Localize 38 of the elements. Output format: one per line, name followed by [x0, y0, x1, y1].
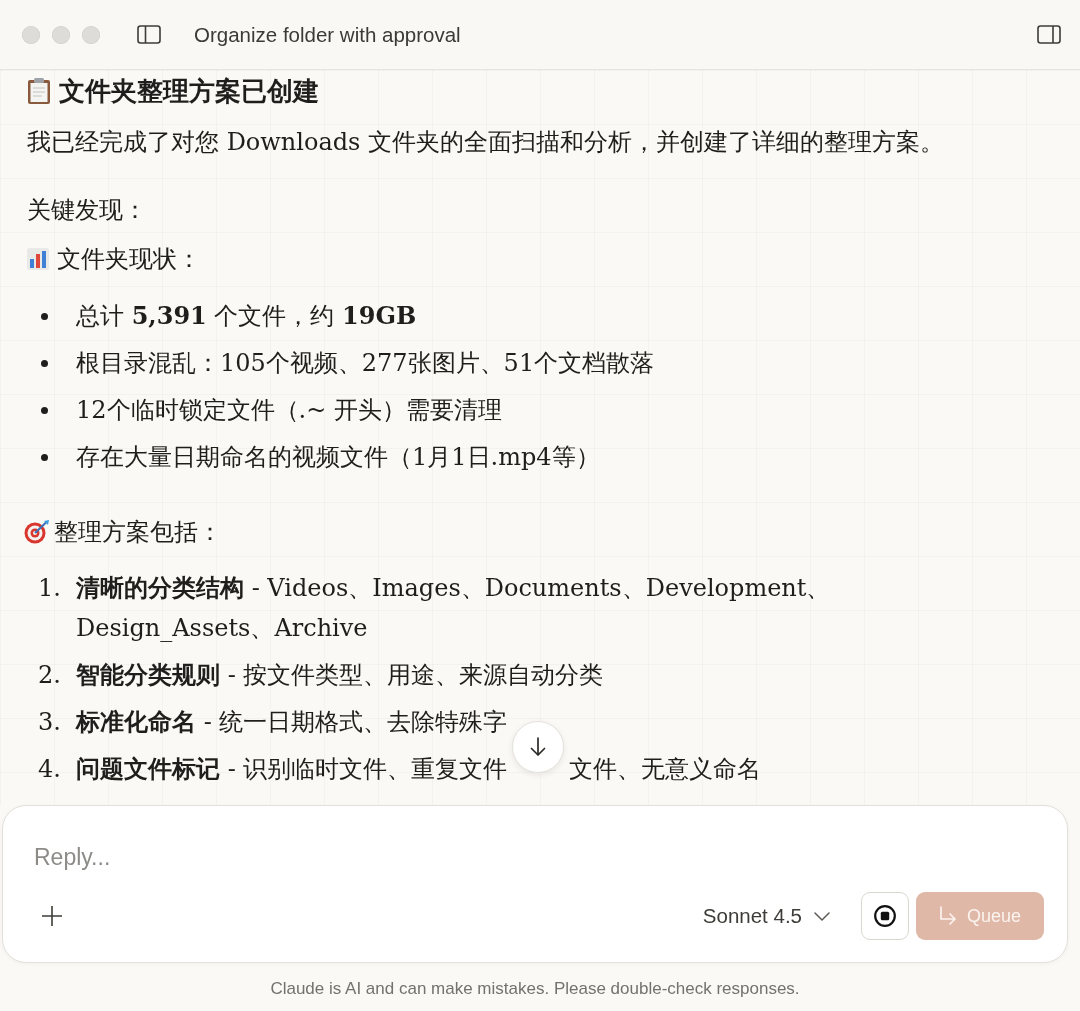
- bullet-icon: [41, 312, 48, 320]
- window-title: Organize folder with approval: [194, 22, 461, 47]
- stop-button[interactable]: [861, 892, 909, 940]
- model-selector[interactable]: Sonnet 4.5: [698, 898, 834, 934]
- list-item-text: 问题文件标记 - 识别临时文件、重复文件: [76, 755, 508, 783]
- section-title: 整理方案包括：: [54, 517, 222, 548]
- message-heading: 文件夹整理方案已创建: [59, 75, 319, 108]
- stop-icon: [874, 905, 896, 927]
- list-number: 4.: [37, 754, 62, 785]
- list-number: 2.: [37, 660, 62, 691]
- arrow-down-icon: [530, 737, 547, 757]
- list-item-text: 总计 5,391 个文件，约 19GB: [76, 300, 418, 332]
- clipboard-icon: [27, 78, 51, 104]
- list-item-text: 存在大量日期命名的视频文件（1月1日.mp4等）: [76, 442, 601, 473]
- list-item-text: 智能分类规则 - 按文件类型、用途、来源自动分类: [76, 661, 604, 689]
- list-number: 3.: [37, 707, 62, 738]
- bar-chart-icon: [27, 248, 49, 270]
- list-item-text: 文件、无意义命名: [569, 755, 762, 783]
- panel-toggle-icon[interactable]: [1037, 25, 1061, 44]
- findings-label: 关键发现：: [27, 195, 148, 226]
- disclaimer-text: Claude is AI and can make mistakes. Please double-check responses.: [269, 979, 801, 999]
- section-title: 文件夹现状：: [57, 244, 201, 275]
- list-number: 1.: [37, 573, 62, 604]
- target-with-dart-icon: [24, 520, 50, 544]
- bullet-icon: [41, 359, 48, 367]
- return-arrow-icon: [938, 906, 957, 926]
- list-item-text: 12个临时锁定文件（.~ 开头）需要清理: [76, 395, 503, 426]
- bullet-icon: [41, 453, 48, 461]
- scroll-down-button[interactable]: [512, 721, 565, 773]
- bullet-icon: [41, 406, 48, 414]
- list-item-text: 清晰的分类结构 - Videos、Images、Documents、Development、Design_Assets、Archive: [76, 574, 831, 642]
- intro-paragraph: 我已经完成了对您 Downloads 文件夹的全面扫描和分析，并创建了详细的整理方案。: [27, 127, 946, 158]
- reply-input[interactable]: Reply...: [34, 839, 1044, 875]
- chevron-down-icon: [814, 911, 830, 921]
- sidebar-toggle-icon[interactable]: [137, 25, 161, 44]
- plus-icon: [42, 906, 62, 926]
- list-item-text: 标准化命名 - 统一日期格式、去除特殊字: [76, 708, 508, 736]
- list-item-text: 根目录混乱：105个视频、277张图片、51个文档散落: [76, 348, 656, 379]
